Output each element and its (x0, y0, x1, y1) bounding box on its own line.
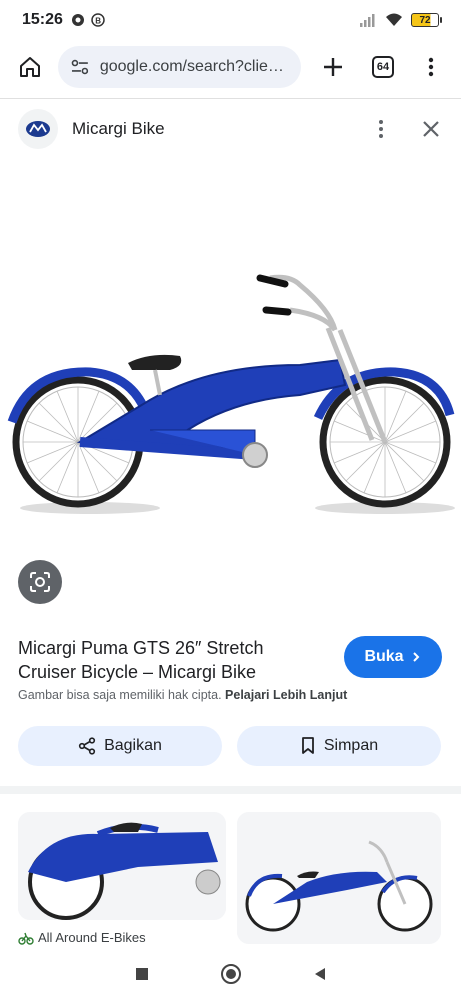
chevron-right-icon (412, 652, 419, 662)
share-button[interactable]: Bagikan (18, 726, 222, 766)
related-bike-thumbnail (237, 812, 441, 944)
bike-image[interactable] (0, 160, 461, 540)
bookmark-icon (301, 737, 314, 754)
micargi-logo-icon (26, 121, 50, 137)
share-icon (78, 737, 96, 755)
address-bar[interactable]: google.com/search?client= (58, 46, 301, 88)
more-vert-icon (428, 57, 434, 77)
url-text: google.com/search?client= (99, 58, 289, 75)
save-label: Simpan (323, 737, 379, 754)
more-vert-icon[interactable] (369, 117, 393, 141)
visit-label: Buka (364, 648, 404, 665)
tab-count: 64 (372, 56, 394, 78)
copyright-notice: Gambar bisa saja memiliki hak cipta. Pel… (18, 688, 347, 702)
lens-icon (30, 572, 50, 592)
b-notification-icon: B (91, 13, 105, 27)
result-title[interactable]: Micargi Puma GTS 26″ Stretch Cruiser Bic… (18, 636, 318, 684)
learn-more-link[interactable]: Pelajari Lebih Lanjut (225, 688, 347, 702)
related-source[interactable]: All Around E-Bikes (18, 930, 146, 945)
system-nav-bar (0, 948, 461, 1000)
home-button[interactable] (10, 47, 50, 87)
notification-icons: B (71, 13, 105, 27)
tab-switcher-button[interactable]: 64 (363, 47, 403, 87)
wifi-icon (386, 13, 402, 26)
source-logo[interactable] (18, 109, 58, 149)
chat-notification-icon (71, 14, 84, 26)
status-time: 15:26 (22, 11, 63, 28)
section-separator (0, 786, 461, 794)
related-image-1[interactable] (18, 812, 226, 920)
battery-indicator: 72 (411, 13, 442, 27)
close-icon[interactable] (419, 117, 443, 141)
source-name[interactable]: Micargi Bike (72, 119, 165, 139)
save-button[interactable]: Simpan (237, 726, 441, 766)
copyright-text: Gambar bisa saja memiliki hak cipta. (18, 688, 222, 702)
related-source-name: All Around E-Bikes (38, 930, 146, 945)
site-settings-icon[interactable] (70, 57, 90, 77)
home-nav-icon[interactable] (220, 963, 242, 985)
back-icon[interactable] (312, 966, 328, 982)
home-icon (20, 57, 40, 77)
cyclist-icon (18, 932, 34, 945)
toolbar-divider (0, 98, 461, 99)
related-bike-thumbnail (18, 812, 226, 920)
new-tab-icon (324, 58, 342, 76)
svg-text:B: B (95, 17, 101, 26)
status-bar: 15:26 B 72 (0, 0, 461, 40)
lens-button[interactable] (18, 560, 62, 604)
signal-icon (360, 14, 375, 27)
browser-menu-button[interactable] (411, 47, 451, 87)
related-image-2[interactable] (237, 812, 441, 944)
visit-button[interactable]: Buka (344, 636, 442, 678)
browser-toolbar: google.com/search?client= 64 (0, 40, 461, 94)
share-label: Bagikan (104, 737, 162, 754)
new-tab-button[interactable] (313, 47, 353, 87)
source-header: Micargi Bike (0, 100, 461, 158)
recents-icon[interactable] (134, 966, 150, 982)
